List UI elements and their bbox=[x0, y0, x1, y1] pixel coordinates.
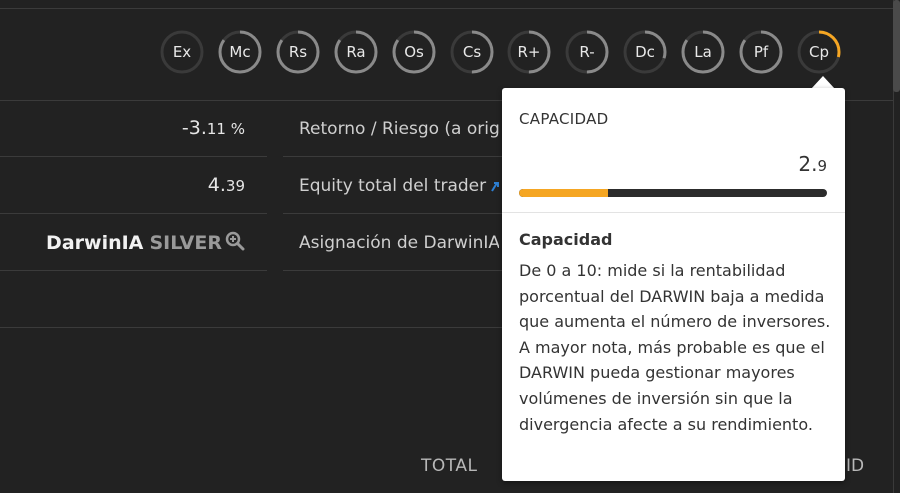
score-badge-label: Ex bbox=[172, 43, 192, 61]
scrollbar-thumb[interactable] bbox=[893, 0, 900, 92]
equity-label: Equity total del trader bbox=[299, 176, 487, 196]
divider-row1-right bbox=[283, 156, 502, 157]
score-badge-label: Mc bbox=[229, 43, 251, 61]
divider-row2-right bbox=[283, 213, 502, 214]
capacity-progress-bar bbox=[519, 189, 827, 197]
divider-row3-left bbox=[0, 270, 267, 271]
score-badge-label: Cs bbox=[462, 43, 482, 61]
zoom-in-icon[interactable] bbox=[225, 231, 245, 251]
darwinia-badge: DarwinIA SILVER bbox=[46, 231, 245, 254]
divider-row4 bbox=[0, 327, 502, 328]
score-badge-label: La bbox=[694, 43, 712, 61]
tooltip-description: De 0 a 10: mide si la rentabilidad porce… bbox=[519, 261, 831, 434]
divider-top bbox=[0, 8, 893, 9]
total-header: TOTAL bbox=[421, 456, 478, 476]
tooltip-heading: Capacidad bbox=[519, 230, 613, 249]
score-badge-ex[interactable]: Ex bbox=[160, 30, 204, 74]
score-badge-cs[interactable]: Cs bbox=[450, 30, 494, 74]
score-badge-rminus[interactable]: R- bbox=[565, 30, 609, 74]
equity-value: 4.39 bbox=[207, 174, 245, 196]
score-badge-label: Cp bbox=[809, 43, 829, 61]
score-badges: Ex Mc Rs Ra Os Cs R+ R- Dc La Pf Cp bbox=[160, 30, 850, 74]
tooltip-title: CAPACIDAD bbox=[519, 110, 609, 128]
score-badge-os[interactable]: Os bbox=[392, 30, 436, 74]
score-badge-la[interactable]: La bbox=[681, 30, 725, 74]
score-badge-mc[interactable]: Mc bbox=[218, 30, 262, 74]
score-badge-ra[interactable]: Ra bbox=[334, 30, 378, 74]
divider-row3-right bbox=[283, 270, 502, 271]
id-header: ID bbox=[846, 456, 865, 476]
score-badge-label: R+ bbox=[517, 43, 541, 61]
score-badge-label: R- bbox=[579, 43, 595, 61]
tooltip-value: 2.9 bbox=[798, 152, 827, 176]
capacity-tooltip: CAPACIDAD 2.9 Capacidad De 0 a 10: mide … bbox=[502, 88, 845, 481]
capacity-progress-fill bbox=[519, 189, 609, 197]
score-badge-label: Dc bbox=[635, 43, 655, 61]
score-badge-label: Rs bbox=[288, 43, 308, 61]
tooltip-separator bbox=[502, 212, 845, 213]
score-badge-label: Ra bbox=[346, 43, 366, 61]
score-badge-rs[interactable]: Rs bbox=[276, 30, 320, 74]
divider-row1-left bbox=[0, 156, 267, 157]
score-badge-dc[interactable]: Dc bbox=[623, 30, 667, 74]
darwinia-tier: SILVER bbox=[149, 232, 222, 254]
darwinia-name: DarwinIA bbox=[46, 232, 144, 254]
score-badge-label: Os bbox=[404, 43, 424, 61]
external-link-icon[interactable] bbox=[491, 180, 501, 192]
divider-row2-left bbox=[0, 213, 267, 214]
score-badge-pf[interactable]: Pf bbox=[739, 30, 783, 74]
return-risk-value: -3.11 % bbox=[181, 117, 245, 139]
score-badge-rplus[interactable]: R+ bbox=[507, 30, 551, 74]
return-risk-label: Retorno / Riesgo (a origen) bbox=[299, 119, 499, 139]
score-badge-cp[interactable]: Cp bbox=[797, 30, 841, 74]
score-badge-label: Pf bbox=[753, 43, 769, 61]
allocation-label: Asignación de DarwinIA bbox=[299, 233, 499, 253]
